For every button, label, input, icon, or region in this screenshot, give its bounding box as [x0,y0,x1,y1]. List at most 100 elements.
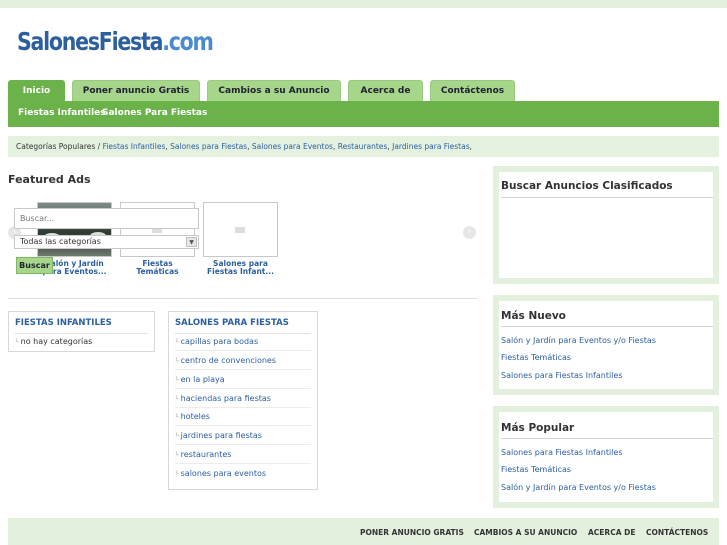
category-select[interactable]: Todas las categorías ▼ [14,235,199,249]
subcategory-link[interactable]: capillas para bodas [181,337,259,346]
tab-cambios[interactable]: Cambios a su Anuncio [207,80,341,101]
separator: , [387,142,390,151]
subcategory-item[interactable]: └ en la playa [175,375,225,384]
subcategory-hook-icon: └ [15,339,19,346]
subnav-salones-para-fiestas[interactable]: Salones Para Fiestas [102,108,207,118]
newest-link[interactable]: Salones para Fiestas Infantiles [501,371,623,380]
popular-link[interactable]: Salones para Fiestas Infantiles [501,448,623,457]
tab-acerca[interactable]: Acerca de [348,80,423,101]
item-divider [175,444,311,445]
ad-caption-line: Fiestas Infant... [207,267,274,276]
subcategory-hook-icon: └ [175,339,179,346]
newest-link[interactable]: Fiestas Temáticas [501,353,571,362]
category-item: └ no hay categorías [15,337,92,346]
popular-categories-label: Categorías Populares / [16,142,103,151]
popular-link[interactable]: Fiestas Temáticas [501,465,571,474]
subcategory-link[interactable]: jardines para fiestas [181,431,262,440]
top-strip [0,0,727,8]
subcategory-hook-icon: └ [175,471,179,478]
subcategory-item[interactable]: └ capillas para bodas [175,337,258,346]
site-logo[interactable]: SalonesFiesta.com [17,27,214,56]
category-box-salones-para-fiestas: SALONES PARA FIESTAS └ capillas para boda… [168,311,318,490]
carousel-next-icon[interactable]: › [463,226,476,239]
search-button[interactable]: Buscar [16,257,53,274]
item-divider [175,407,311,408]
category-item-text: no hay categorías [20,337,93,346]
subcategory-hook-icon: └ [175,377,179,384]
image-placeholder-icon [235,227,245,233]
search-panel: Buscar Anuncios Clasificados [493,166,719,284]
newest-title: Más Nuevo [501,310,566,322]
subcategory-link[interactable]: haciendas para fiestas [181,394,271,403]
popular-cat-link[interactable]: Salones para Eventos [252,142,333,151]
item-divider [175,350,311,351]
subcategory-hook-icon: └ [175,358,179,365]
category-heading[interactable]: SALONES PARA FIESTAS [175,318,289,328]
item-divider [175,463,311,464]
category-box-fiestas-infantiles: FIESTAS INFANTILES └ no hay categorías [8,311,155,352]
separator: , [165,142,168,151]
subcategory-item[interactable]: └ haciendas para fiestas [175,394,271,403]
subcategory-hook-icon: └ [175,414,179,421]
separator: , [469,142,473,151]
search-input[interactable] [14,208,199,229]
tab-contactenos[interactable]: Contáctenos [430,80,515,101]
chevron-down-icon: ▼ [186,237,197,247]
footer-link-acerca[interactable]: ACERCA DE [588,528,635,537]
subnav-fiestas-infantiles[interactable]: Fiestas Infantiles [18,108,106,118]
tab-inicio[interactable]: Inicio [8,80,65,101]
subcategory-hook-icon: └ [175,452,179,459]
logo-word-fiesta: Fiesta [98,27,164,56]
item-divider [175,369,311,370]
footer-link-contactenos[interactable]: CONTÁCTENOS [646,528,708,537]
featured-ad[interactable]: Salones para Fiestas Infant... [203,202,278,276]
popular-link[interactable]: Salón y Jardín para Eventos y/o Fiestas [501,483,656,492]
footer: PONER ANUNCIO GRATIS CAMBIOS A SU ANUNCI… [8,518,719,545]
subcategory-item[interactable]: └ hoteles [175,412,210,421]
heading-underline [15,333,148,334]
featured-ads-title: Featured Ads [8,173,91,186]
subcategory-hook-icon: └ [175,396,179,403]
popular-title: Más Popular [501,422,575,434]
subcategory-link[interactable]: centro de convenciones [181,356,276,365]
subcategory-link[interactable]: hoteles [181,412,210,421]
logo-word-salones: Salones [17,27,100,56]
title-underline [501,326,713,327]
sub-navbar: Fiestas Infantiles Salones Para Fiestas [8,101,719,127]
subcategory-item[interactable]: └ centro de convenciones [175,356,276,365]
popular-categories-bar: Categorías Populares / Fiestas Infantile… [8,136,719,157]
footer-link-poner-anuncio[interactable]: PONER ANUNCIO GRATIS [360,528,464,537]
separator: , [332,142,336,151]
subcategory-link[interactable]: salones para eventos [181,469,266,478]
content-divider [8,298,477,299]
popular-panel: Más Popular Salones para Fiestas Infanti… [493,406,719,508]
logo-word-com: .com [162,27,214,56]
subcategory-link[interactable]: en la playa [181,375,225,384]
subcategory-hook-icon: └ [175,433,179,440]
ad-caption[interactable]: Salones para Fiestas Infant... [203,260,278,276]
item-divider [175,388,311,389]
category-heading[interactable]: FIESTAS INFANTILES [15,318,112,328]
subcategory-item[interactable]: └ restaurantes [175,450,231,459]
subcategory-item[interactable]: └ jardines para fiestas [175,431,262,440]
title-underline [501,438,713,439]
newest-link[interactable]: Salón y Jardín para Eventos y/o Fiestas [501,336,656,345]
subcategory-link[interactable]: restaurantes [181,450,232,459]
ad-caption-line: Fiestas Temáticas [136,259,179,276]
popular-cat-link[interactable]: Jardines para Fiestas [392,142,470,151]
search-panel-title: Buscar Anuncios Clasificados [501,180,673,192]
popular-cat-link[interactable]: Salones para Fiestas [170,142,247,151]
title-underline [501,197,713,198]
ad-caption[interactable]: Fiestas Temáticas [120,260,195,276]
popular-cat-link[interactable]: Restaurantes [338,142,388,151]
subcategory-item[interactable]: └ salones para eventos [175,469,266,478]
category-select-value: Todas las categorías [20,237,101,246]
heading-underline [175,333,311,334]
popular-cat-link[interactable]: Fiestas Infantiles [103,142,166,151]
newest-panel: Más Nuevo Salón y Jardín para Eventos y/… [493,295,719,395]
tab-poner-anuncio[interactable]: Poner anuncio Gratis [72,80,200,101]
ad-thumbnail-placeholder[interactable] [203,202,278,257]
item-divider [175,425,311,426]
separator: , [247,142,250,151]
footer-link-cambios[interactable]: CAMBIOS A SU ANUNCIO [474,528,577,537]
